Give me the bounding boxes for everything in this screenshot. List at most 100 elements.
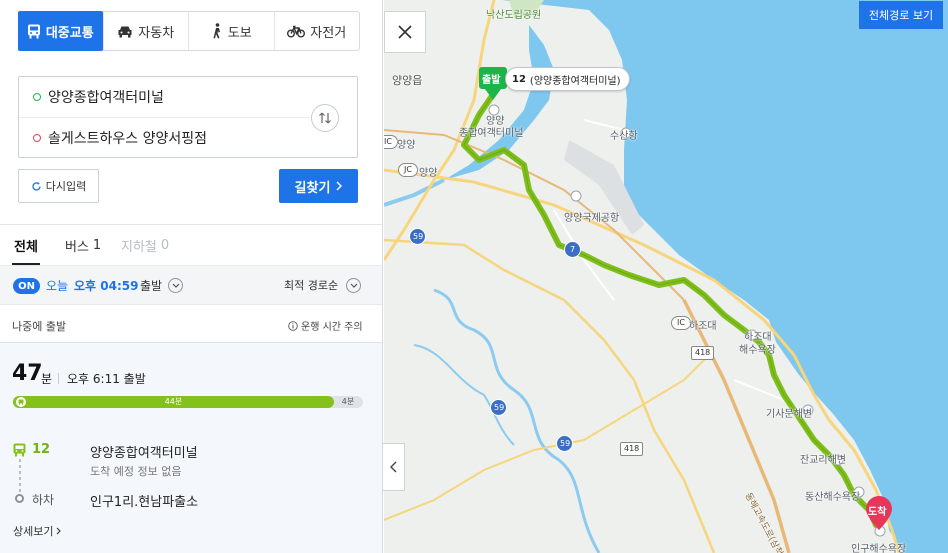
map-label-yangyang-ic: 양양 <box>397 140 416 151</box>
result-tabs: 전체 버스 1 지하철 0 <box>0 225 382 265</box>
map-canvas <box>384 0 948 553</box>
route-input-box: 양양종합여객터미널 솔게스트하우스 양양서핑점 <box>18 76 358 158</box>
mode-bicycle-tab[interactable]: 자전거 <box>273 12 360 50</box>
route-59-shield: 59 <box>556 435 573 452</box>
mode-walk-tab[interactable]: 도보 <box>188 12 274 50</box>
notice-label: 운행 시간 주의 <box>301 322 363 333</box>
mode-label: 자전거 <box>310 25 347 41</box>
map-view[interactable]: 낙산도립공원 양양읍 양양 종합여객터미널 수산항 IC 양양 JC 양양 양양… <box>384 0 948 553</box>
map-label-dongsan-beach: 동산해수욕장 <box>805 492 861 503</box>
route-result-card[interactable]: 47 분 오후 6:11 출발 44분 4분 12 양양종합여객터미널 도착 예… <box>0 342 382 553</box>
map-label-airport: 양양국제공항 <box>564 213 620 224</box>
departure-time[interactable]: 오후 04:59 <box>74 277 138 294</box>
ic-shield: IC <box>671 316 691 330</box>
map-label-terminal: 종합여객터미널 <box>459 128 524 139</box>
origin-field[interactable]: 양양종합여객터미널 <box>19 77 309 117</box>
map-label-hajodae-beach: 해수욕장 <box>739 345 776 356</box>
alight-dot-icon <box>15 494 24 503</box>
collapse-panel-button[interactable] <box>383 443 405 491</box>
map-label-gisamun-beach: 기사문해변 <box>766 409 812 420</box>
start-badge: 출발 <box>482 75 501 86</box>
tab-label: 버스 <box>65 239 89 255</box>
mode-label: 자동차 <box>138 25 175 41</box>
tab-label: 지하철 <box>121 239 157 255</box>
route-418-shield: 418 <box>691 346 715 360</box>
refresh-icon <box>32 181 41 191</box>
destination-dot-icon <box>33 133 41 142</box>
duration-value: 47 <box>12 361 43 386</box>
map-label-susan-port: 수산항 <box>610 131 638 142</box>
end-badge: 도착 <box>868 507 887 518</box>
origin-dot-icon <box>33 93 41 101</box>
alight-label: 하차 <box>32 493 55 507</box>
map-label-yangyang-jc: 양양 <box>419 168 438 179</box>
departure-dropdown-button[interactable] <box>168 278 183 293</box>
directions-panel: 대중교통 자동차 도보 자전거 양양종합여객터미널 솔게스트하우스 양양서핑점 <box>0 0 383 553</box>
search-route-button[interactable]: 길찾기 <box>279 169 358 203</box>
chevron-down-icon <box>172 283 179 288</box>
mode-label: 도보 <box>227 25 252 41</box>
map-label-park: 낙산도립공원 <box>486 10 542 21</box>
route-418-shield: 418 <box>620 442 644 456</box>
reset-label: 다시입력 <box>45 180 87 193</box>
start-bus-number: 12 <box>512 73 526 85</box>
departure-toggle[interactable]: ON <box>13 278 40 294</box>
chevron-down-icon <box>350 283 357 288</box>
mode-transit-tab[interactable]: 대중교통 <box>18 11 103 51</box>
tab-count: 1 <box>92 237 102 253</box>
swap-icon <box>319 112 331 124</box>
duration-unit: 분 <box>41 372 53 386</box>
chevron-left-icon <box>390 461 397 473</box>
mode-label: 대중교통 <box>45 25 94 41</box>
chevron-right-icon <box>336 181 343 191</box>
swap-route-button[interactable] <box>311 104 339 132</box>
depart-later-link[interactable]: 나중에 출발 <box>12 318 66 334</box>
route-line <box>19 459 21 493</box>
close-panel-button[interactable] <box>384 11 426 53</box>
car-icon <box>118 26 132 37</box>
info-icon <box>288 320 298 331</box>
transport-mode-tabs: 대중교통 자동차 도보 자전거 <box>18 11 360 51</box>
walk-icon <box>213 23 220 39</box>
detail-label: 상세보기 <box>13 525 54 538</box>
map-label-hajodae-ic: 하조대 <box>689 321 717 332</box>
board-stop-name[interactable]: 양양종합여객터미널 <box>90 442 198 461</box>
route-59-shield: 59 <box>490 399 507 416</box>
departure-day: 오늘 <box>46 279 69 293</box>
route-59-shield: 59 <box>409 228 426 245</box>
bus-icon <box>27 24 40 38</box>
route-segment-bar: 44분 4분 <box>13 396 363 408</box>
full-route-button[interactable]: 전체경로 보기 <box>859 1 943 29</box>
close-icon <box>398 25 412 39</box>
tab-all[interactable]: 전체 <box>12 225 40 265</box>
divider <box>58 373 59 384</box>
map-label-jangyeol-beach: 잔교리해변 <box>800 455 846 466</box>
search-route-label: 길찾기 <box>294 180 331 196</box>
bus-segment-label: 44분 <box>164 397 183 406</box>
service-time-notice[interactable]: 운행 시간 주의 <box>288 318 363 333</box>
sort-dropdown-button[interactable] <box>346 278 361 293</box>
route-7-shield: 7 <box>564 241 581 258</box>
bus-number[interactable]: 12 <box>32 442 50 457</box>
alight-stop-name[interactable]: 인구1리.현남파출소 <box>90 491 198 510</box>
bicycle-icon <box>287 25 306 37</box>
bus-icon <box>13 443 26 457</box>
map-label-yangyang-eup: 양양읍 <box>392 74 423 87</box>
tab-count: 0 <box>160 237 170 253</box>
arrival-info: 도착 예정 정보 없음 <box>90 465 182 478</box>
destination-field[interactable]: 솔게스트하우스 양양서핑점 <box>19 117 309 157</box>
arrival-time: 오후 6:11 출발 <box>67 372 146 386</box>
tab-subway[interactable]: 지하철 0 <box>121 225 169 265</box>
departure-time-bar: ON 오늘 오후 04:59 출발 최적 경로순 <box>0 265 382 305</box>
chevron-right-icon <box>57 527 62 535</box>
destination-text: 솔게스트하우스 양양서핑점 <box>48 130 208 147</box>
departure-label: 출발 <box>140 279 163 293</box>
reset-button[interactable]: 다시입력 <box>18 169 99 203</box>
mode-car-tab[interactable]: 자동차 <box>102 12 189 50</box>
tab-bus[interactable]: 버스 1 <box>65 225 101 265</box>
sort-select[interactable]: 최적 경로순 <box>284 277 338 293</box>
walk-segment-label: 4분 <box>341 397 355 406</box>
detail-link[interactable]: 상세보기 <box>13 523 62 539</box>
jc-shield: JC <box>398 163 418 177</box>
start-bus-tag[interactable]: 12 (양양종합여객터미널) <box>505 67 630 91</box>
